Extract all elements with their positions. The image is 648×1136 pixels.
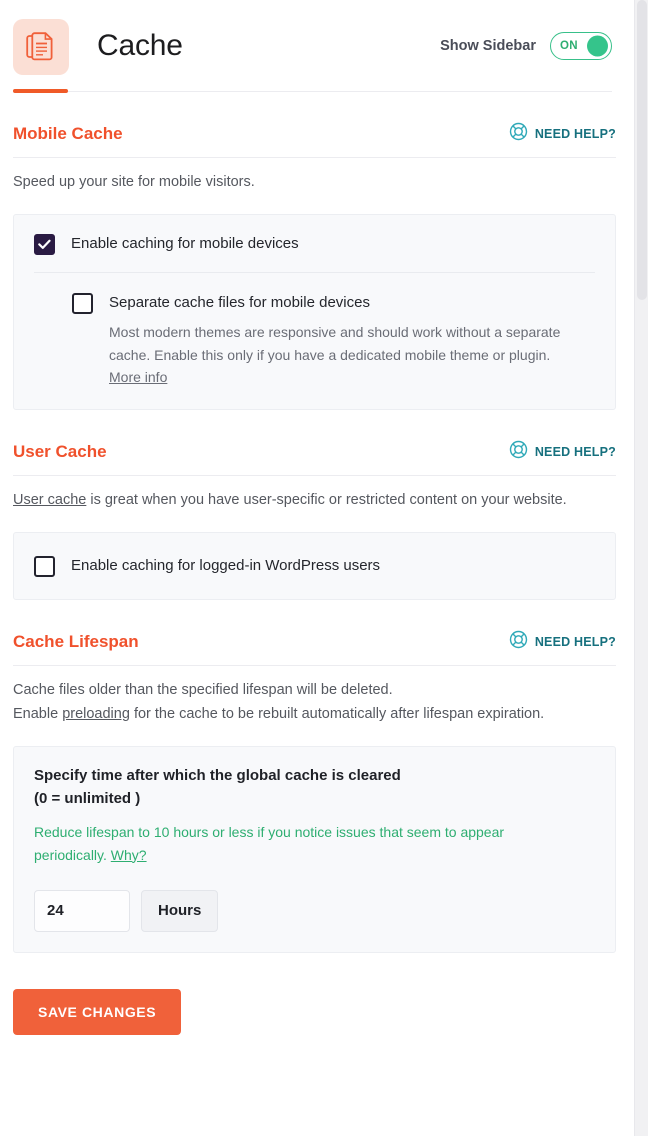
enable-user-cache-label: Enable caching for logged-in WordPress u… xyxy=(71,557,381,575)
lifespan-field-row: Hours xyxy=(34,889,595,932)
user-cache-title: User Cache xyxy=(13,441,107,461)
enable-mobile-cache-row[interactable]: Enable caching for mobile devices xyxy=(34,233,595,256)
settings-content: Mobile Cache NEED HELP? Speed up your si… xyxy=(0,122,634,953)
enable-mobile-cache-label: Enable caching for mobile devices xyxy=(71,235,299,253)
cache-lifespan-box: Specify time after which the global cach… xyxy=(13,746,616,953)
separate-cache-label: Separate cache files for mobile devices xyxy=(109,294,370,312)
section-user-cache: User Cache NEED HELP? User cache is grea… xyxy=(13,440,616,601)
enable-user-cache-row[interactable]: Enable caching for logged-in WordPress u… xyxy=(34,555,595,578)
need-help-label: NEED HELP? xyxy=(534,444,616,459)
toggle-state-label: ON xyxy=(560,40,578,52)
lifespan-specify-line2: (0 = unlimited ) xyxy=(34,789,141,807)
lifespan-unit-select[interactable]: Hours xyxy=(141,889,219,932)
show-sidebar-toggle[interactable]: ON xyxy=(550,32,612,60)
separate-cache-checkbox[interactable] xyxy=(72,293,93,315)
user-cache-description: User cache is great when you have user-s… xyxy=(13,489,616,512)
mobile-cache-description: Speed up your site for mobile visitors. xyxy=(13,174,255,190)
section-mobile-cache: Mobile Cache NEED HELP? Speed up your si… xyxy=(13,122,616,410)
separate-cache-description: Most modern themes are responsive and sh… xyxy=(109,321,595,388)
active-tab-indicator xyxy=(13,89,68,93)
need-help-link-cache-lifespan[interactable]: NEED HELP? xyxy=(509,630,616,654)
cache-lifespan-desc-line2-pre: Enable xyxy=(13,705,63,722)
save-area: SAVE CHANGES xyxy=(0,953,634,1035)
mobile-cache-header: Mobile Cache NEED HELP? xyxy=(13,122,616,158)
enable-mobile-cache-checkbox[interactable] xyxy=(34,234,55,256)
need-help-link-mobile-cache[interactable]: NEED HELP? xyxy=(509,122,616,146)
cache-lifespan-title: Cache Lifespan xyxy=(13,632,139,652)
lifebuoy-icon xyxy=(509,122,528,146)
documents-icon xyxy=(13,19,69,75)
lifespan-note: Reduce lifespan to 10 hours or less if y… xyxy=(34,821,554,866)
cache-lifespan-desc-line1: Cache files older than the specified lif… xyxy=(13,682,393,699)
section-cache-lifespan: Cache Lifespan NEED HELP? Cache files ol… xyxy=(13,630,616,953)
need-help-label: NEED HELP? xyxy=(534,127,616,141)
page-header: Cache Show Sidebar ON xyxy=(0,0,634,93)
scrollbar-thumb[interactable] xyxy=(637,0,647,300)
lifespan-specify-label: Specify time after which the global cach… xyxy=(34,765,595,810)
cache-lifespan-description: Cache files older than the specified lif… xyxy=(13,679,616,726)
user-cache-header: User Cache NEED HELP? xyxy=(13,440,616,476)
user-cache-description-rest: is great when you have user-specific or … xyxy=(86,491,567,508)
why-link[interactable]: Why? xyxy=(111,847,147,863)
lifespan-note-text: Reduce lifespan to 10 hours or less if y… xyxy=(34,824,505,863)
page-title: Cache xyxy=(97,29,183,62)
lifespan-value-input[interactable] xyxy=(34,889,130,932)
toggle-knob xyxy=(587,35,608,57)
cache-lifespan-header: Cache Lifespan NEED HELP? xyxy=(13,630,616,667)
lifespan-specify-line1: Specify time after which the global cach… xyxy=(34,767,401,785)
enable-user-cache-checkbox[interactable] xyxy=(34,556,55,578)
show-sidebar-label: Show Sidebar xyxy=(440,38,536,54)
lifebuoy-icon xyxy=(509,440,528,464)
save-changes-button[interactable]: SAVE CHANGES xyxy=(13,988,182,1035)
need-help-label: NEED HELP? xyxy=(534,635,616,650)
more-info-link[interactable]: More info xyxy=(109,369,167,385)
header-actions: Show Sidebar ON xyxy=(440,32,612,60)
cache-lifespan-desc-line2-post: for the cache to be rebuilt automaticall… xyxy=(129,705,545,722)
page-scrollbar[interactable] xyxy=(634,0,648,1136)
separate-cache-block: Separate cache files for mobile devices … xyxy=(34,273,595,388)
mobile-cache-title: Mobile Cache xyxy=(13,124,123,143)
user-cache-box: Enable caching for logged-in WordPress u… xyxy=(13,532,616,601)
separate-cache-description-text: Most modern themes are responsive and sh… xyxy=(109,324,561,363)
cache-settings-page: Cache Show Sidebar ON Mobile Cache NEED … xyxy=(0,0,634,1136)
tabs-divider xyxy=(13,91,612,92)
lifebuoy-icon xyxy=(509,630,528,654)
preloading-link[interactable]: preloading xyxy=(62,706,130,722)
need-help-link-user-cache[interactable]: NEED HELP? xyxy=(509,440,616,464)
mobile-cache-box: Enable caching for mobile devices Separa… xyxy=(13,214,616,410)
user-cache-doc-link[interactable]: User cache xyxy=(13,492,86,508)
separate-cache-row[interactable]: Separate cache files for mobile devices xyxy=(72,292,595,315)
